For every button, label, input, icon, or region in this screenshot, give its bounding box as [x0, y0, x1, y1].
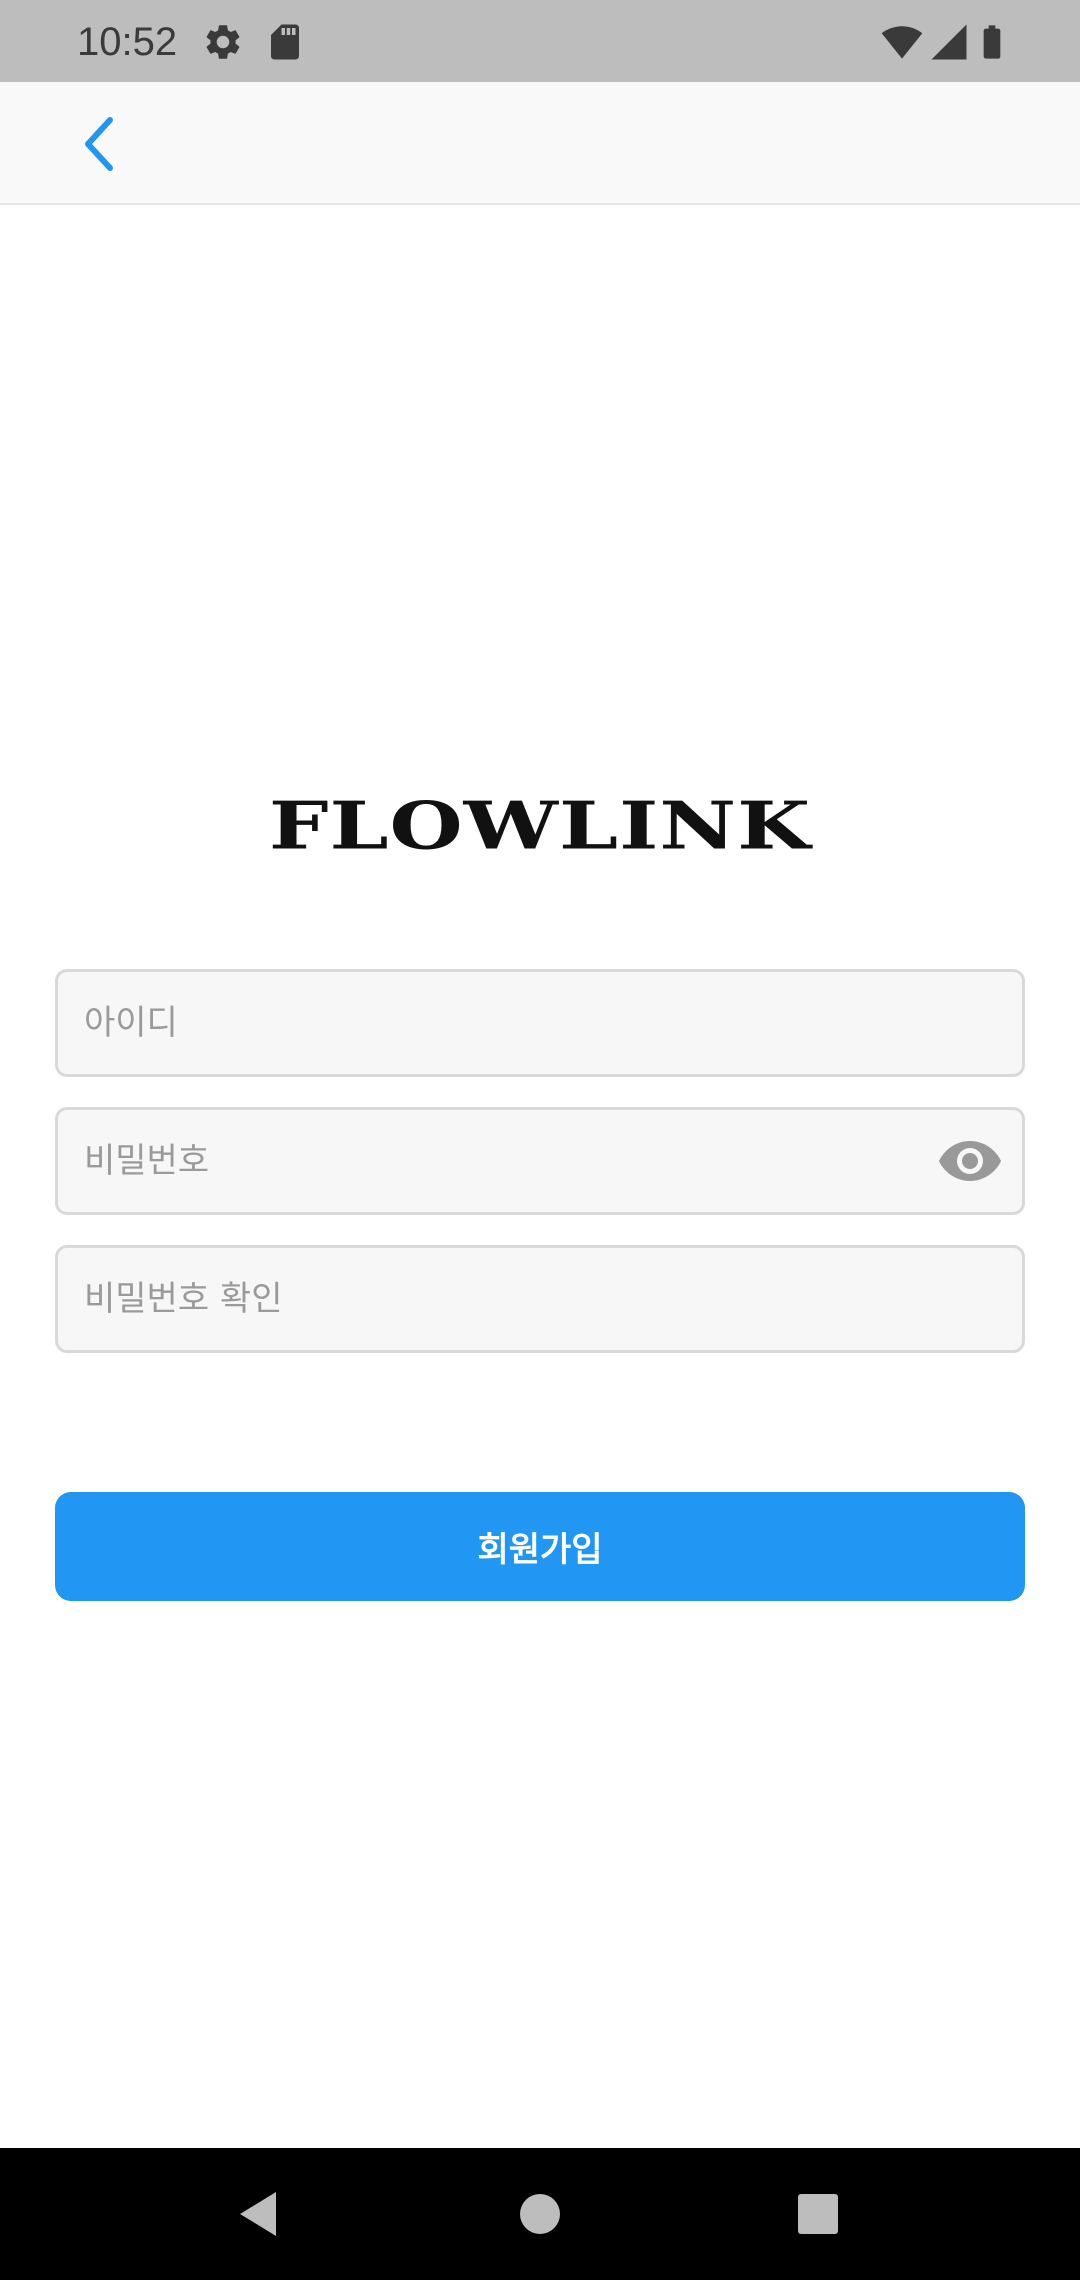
recents-square-icon — [798, 2194, 838, 2234]
username-input[interactable] — [84, 972, 924, 1074]
cell-signal-icon — [928, 21, 970, 63]
home-circle-icon — [520, 2194, 560, 2234]
password-field[interactable] — [55, 1107, 1025, 1215]
back-triangle-icon — [240, 2192, 276, 2236]
app-logo: FLOWLINK — [268, 786, 812, 864]
status-bar: 10:52 — [0, 0, 1080, 82]
password-input[interactable] — [84, 1110, 924, 1212]
back-button[interactable] — [58, 104, 138, 184]
nav-recents-button[interactable] — [778, 2174, 858, 2254]
nav-back-button[interactable] — [218, 2174, 298, 2254]
password-visibility-toggle[interactable] — [938, 1135, 1002, 1187]
logo-container: FLOWLINK — [0, 770, 1080, 880]
sd-card-icon — [264, 21, 306, 63]
password-confirm-field[interactable] — [55, 1245, 1025, 1353]
chevron-left-icon — [85, 117, 113, 171]
navigation-bar — [0, 2148, 1080, 2280]
wifi-icon — [880, 21, 924, 63]
username-field[interactable] — [55, 969, 1025, 1077]
password-confirm-input[interactable] — [84, 1248, 924, 1350]
settings-icon — [202, 21, 244, 63]
app-bar — [0, 82, 1080, 205]
eye-icon — [939, 1141, 1001, 1181]
battery-icon — [972, 21, 1012, 63]
nav-home-button[interactable] — [500, 2174, 580, 2254]
status-time: 10:52 — [77, 20, 178, 64]
signup-button[interactable]: 회원가입 — [55, 1492, 1025, 1601]
